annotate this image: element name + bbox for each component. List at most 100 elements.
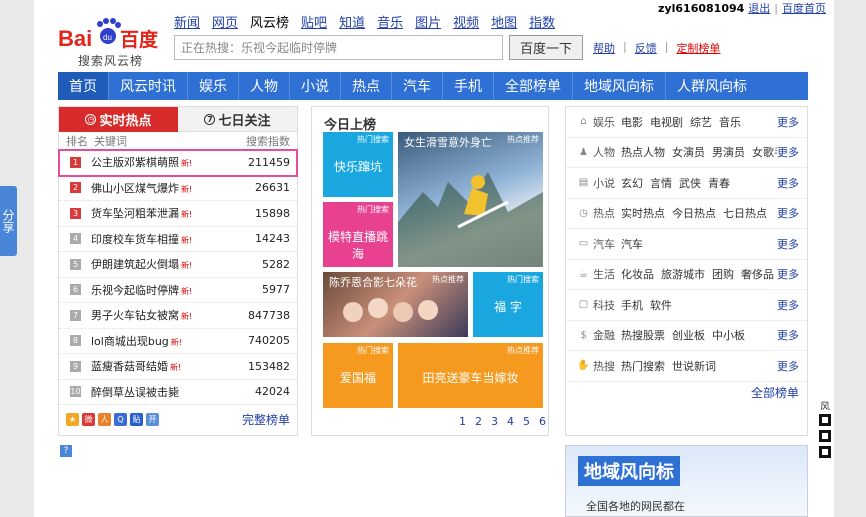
category-link[interactable]: 七日热点: [723, 205, 767, 221]
category-link[interactable]: 创业板: [672, 327, 705, 343]
category-link[interactable]: 化妆品: [621, 266, 654, 282]
feedback-link[interactable]: 反馈: [635, 40, 657, 56]
topnav-index[interactable]: 指数: [529, 12, 555, 31]
nav-ent[interactable]: 娱乐: [188, 72, 239, 100]
category-link[interactable]: 音乐: [719, 114, 741, 130]
tab-realtime[interactable]: ◷ 实时热点: [59, 107, 178, 132]
full-list-link[interactable]: 完整榜单: [242, 411, 290, 428]
category-link[interactable]: 男演员: [712, 144, 745, 160]
page-3[interactable]: 3: [491, 415, 498, 428]
region-banner[interactable]: 地域风向标 全国各地的网民都在: [565, 445, 808, 517]
category-link[interactable]: 女歌手: [752, 144, 777, 160]
category-name[interactable]: 金融: [593, 327, 615, 343]
star-share-icon[interactable]: ★: [66, 413, 79, 426]
list-item[interactable]: 10 醉倒草丛误被击毙 42024: [59, 380, 297, 405]
nav-home[interactable]: 首页: [58, 72, 109, 100]
category-link[interactable]: 汽车: [621, 236, 643, 252]
list-item[interactable]: 9 蓝瘦香菇哥结婚 新! 153482: [59, 354, 297, 380]
list-item[interactable]: 1 公主版邓紫棋萌照 新! 211459: [58, 149, 298, 177]
keyword[interactable]: 货车坠河粗苯泄漏 新!: [91, 205, 230, 221]
category-link[interactable]: 言情: [650, 175, 672, 191]
keyword[interactable]: 印度校车货车相撞 新!: [91, 231, 230, 247]
category-name[interactable]: 生活: [593, 266, 615, 282]
more-link[interactable]: 更多: [777, 175, 799, 191]
tile-2[interactable]: 热点推荐 女生滑雪意外身亡: [398, 132, 543, 267]
search-button[interactable]: 百度一下: [509, 35, 583, 60]
category-link[interactable]: 热门搜索: [621, 358, 665, 374]
tile-7[interactable]: 热点推荐 田亮送豪车当嫁妆: [398, 343, 543, 408]
keyword[interactable]: 乐视今起临时停牌 新!: [91, 282, 230, 298]
topnav-web[interactable]: 网页: [212, 12, 238, 31]
more-link[interactable]: 更多: [777, 327, 799, 343]
topnav-tieba[interactable]: 贴吧: [301, 12, 327, 31]
list-item[interactable]: 4 印度校车货车相撞 新! 14243: [59, 227, 297, 252]
more-link[interactable]: 更多: [777, 236, 799, 252]
topnav-top[interactable]: 风云榜: [250, 12, 289, 31]
category-link[interactable]: 软件: [650, 297, 672, 313]
category-link[interactable]: 奢侈品: [741, 266, 774, 282]
category-name[interactable]: 热搜: [593, 358, 615, 374]
category-link[interactable]: 实时热点: [621, 205, 665, 221]
more-link[interactable]: 更多: [777, 144, 799, 160]
more-link[interactable]: 更多: [777, 358, 799, 374]
category-name[interactable]: 热点: [593, 205, 615, 221]
page-2[interactable]: 2: [475, 415, 482, 428]
help-icon[interactable]: ?: [60, 445, 72, 457]
topnav-news[interactable]: 新闻: [174, 12, 200, 31]
nav-news[interactable]: 风云时讯: [109, 72, 188, 100]
keyword[interactable]: 公主版邓紫棋萌照 新!: [91, 154, 230, 170]
list-item[interactable]: 8 lol商城出现bug 新! 740205: [59, 329, 297, 354]
nav-crowd[interactable]: 人群风向标: [666, 72, 758, 100]
topnav-map[interactable]: 地图: [491, 12, 517, 31]
category-link[interactable]: 旅游城市: [661, 266, 705, 282]
more-link[interactable]: 更多: [777, 114, 799, 130]
category-link[interactable]: 团购: [712, 266, 734, 282]
category-name[interactable]: 汽车: [593, 236, 615, 252]
page-6[interactable]: 6: [539, 415, 546, 428]
topnav-video[interactable]: 视频: [453, 12, 479, 31]
page-4[interactable]: 4: [507, 415, 514, 428]
custom-rank-link[interactable]: 定制榜单: [676, 40, 720, 56]
category-link[interactable]: 武侠: [679, 175, 701, 191]
topnav-image[interactable]: 图片: [415, 12, 441, 31]
nav-phone[interactable]: 手机: [443, 72, 494, 100]
qr-code-icon[interactable]: [816, 410, 834, 490]
keyword[interactable]: 蓝瘦香菇哥结婚 新!: [91, 358, 230, 374]
category-link[interactable]: 女演员: [672, 144, 705, 160]
category-link[interactable]: 今日热点: [672, 205, 716, 221]
weibo-share-icon[interactable]: 微: [82, 413, 95, 426]
nav-novel[interactable]: 小说: [290, 72, 341, 100]
category-name[interactable]: 人物: [593, 144, 615, 160]
renren-share-icon[interactable]: 人: [98, 413, 111, 426]
category-name[interactable]: 小说: [593, 175, 615, 191]
help-link[interactable]: 帮助: [593, 40, 615, 56]
category-link[interactable]: 电影: [621, 114, 643, 130]
qzone-share-icon[interactable]: Q: [114, 413, 127, 426]
baidu-home-link[interactable]: 百度首页: [782, 0, 826, 16]
keyword[interactable]: 伊朗建筑起火倒塌 新!: [91, 256, 230, 272]
category-link[interactable]: 热点人物: [621, 144, 665, 160]
topnav-music[interactable]: 音乐: [377, 12, 403, 31]
page-5[interactable]: 5: [523, 415, 530, 428]
kaixin-share-icon[interactable]: 开: [146, 413, 159, 426]
tile-5[interactable]: 热门搜索 福 字: [473, 272, 543, 337]
search-input[interactable]: 正在热搜：乐视今起临时停牌: [174, 35, 503, 60]
logout-link[interactable]: 退出: [748, 0, 770, 16]
all-rank-link[interactable]: 全部榜单: [751, 384, 799, 401]
tieba-share-icon[interactable]: 贴: [130, 413, 143, 426]
keyword[interactable]: 佛山小区煤气爆炸 新!: [91, 180, 230, 196]
category-link[interactable]: 中小板: [712, 327, 745, 343]
list-item[interactable]: 5 伊朗建筑起火倒塌 新! 5282: [59, 252, 297, 278]
category-name[interactable]: 娱乐: [593, 114, 615, 130]
topnav-zhidao[interactable]: 知道: [339, 12, 365, 31]
category-link[interactable]: 综艺: [690, 114, 712, 130]
list-item[interactable]: 6 乐视今起临时停牌 新! 5977: [59, 278, 297, 303]
category-link[interactable]: 热搜股票: [621, 327, 665, 343]
category-link[interactable]: 电视剧: [650, 114, 683, 130]
list-item[interactable]: 2 佛山小区煤气爆炸 新! 26631: [59, 176, 297, 201]
category-link[interactable]: 玄幻: [621, 175, 643, 191]
more-link[interactable]: 更多: [777, 205, 799, 221]
keyword[interactable]: 男子火车钻女被窝 新!: [91, 307, 230, 323]
list-item[interactable]: 7 男子火车钻女被窝 新! 847738: [59, 303, 297, 329]
tile-4[interactable]: 热点推荐 陈乔恩合影七朵花: [323, 272, 468, 337]
